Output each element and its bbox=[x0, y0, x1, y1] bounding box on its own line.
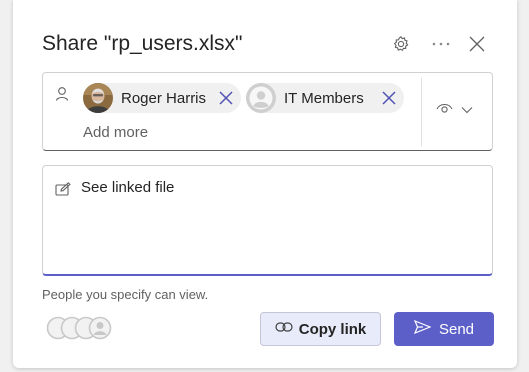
avatar bbox=[83, 83, 113, 113]
copy-link-button[interactable]: Copy link bbox=[260, 312, 381, 346]
group-avatar bbox=[246, 83, 276, 113]
send-button[interactable]: Send bbox=[394, 312, 494, 346]
more-options-icon[interactable] bbox=[429, 36, 453, 52]
share-dialog: Share "rp_users.xlsx" Roger Harris IT Me… bbox=[13, 0, 517, 368]
recipient-name: IT Members bbox=[284, 89, 364, 107]
gear-icon[interactable] bbox=[392, 35, 410, 53]
message-text[interactable]: See linked file bbox=[81, 179, 174, 196]
send-label: Send bbox=[438, 320, 475, 338]
pencil-icon bbox=[55, 182, 71, 196]
add-more-input[interactable]: Add more bbox=[83, 124, 148, 141]
divider bbox=[421, 78, 422, 146]
close-icon[interactable] bbox=[218, 90, 234, 106]
recipient-chip[interactable]: IT Members bbox=[246, 83, 404, 113]
chevron-down-icon bbox=[461, 101, 473, 119]
permission-dropdown[interactable] bbox=[436, 100, 482, 120]
close-icon[interactable] bbox=[381, 90, 397, 106]
recipient-name: Roger Harris bbox=[121, 89, 207, 107]
eye-icon bbox=[436, 101, 453, 119]
link-icon bbox=[275, 320, 293, 338]
copy-link-label: Copy link bbox=[298, 320, 367, 338]
close-icon[interactable] bbox=[466, 33, 488, 55]
permission-note: People you specify can view. bbox=[42, 287, 209, 302]
recipient-chip[interactable]: Roger Harris bbox=[83, 83, 241, 113]
message-field[interactable]: See linked file bbox=[42, 165, 493, 276]
recipients-field[interactable]: Roger Harris IT Members Add more bbox=[42, 72, 493, 151]
send-icon bbox=[413, 319, 432, 339]
person-icon bbox=[55, 86, 69, 102]
access-avatars[interactable] bbox=[46, 316, 118, 340]
dialog-title: Share "rp_users.xlsx" bbox=[42, 32, 243, 55]
